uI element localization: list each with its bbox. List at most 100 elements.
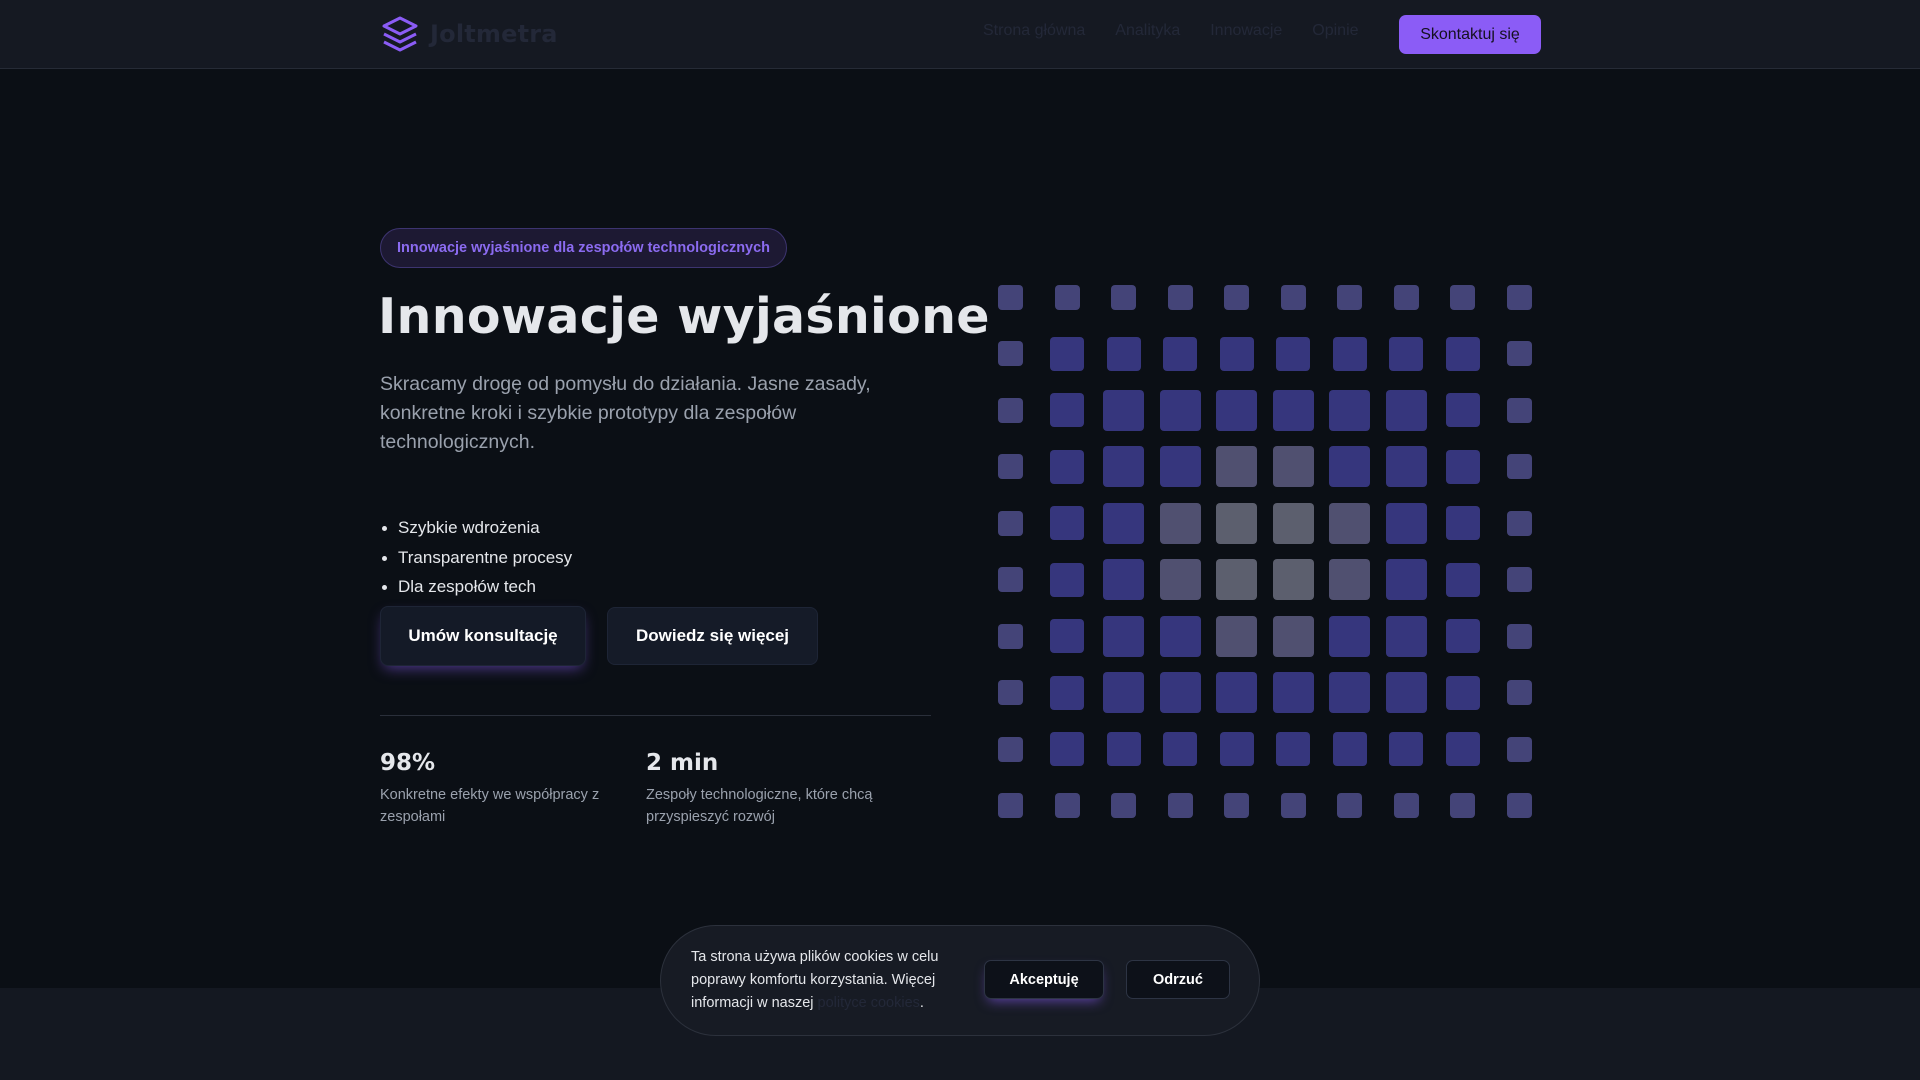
grid-tile [1111,284,1136,310]
feature-item: Dla zespołów tech [380,574,572,604]
grid-tile [1272,672,1314,713]
grid-tile [1385,559,1427,600]
cookie-policy-link[interactable]: polityce cookies [818,995,920,1011]
grid-tile [1506,736,1532,762]
grid-tile [1216,446,1257,487]
stat-value: 2 min [646,750,719,776]
grid-tile [998,510,1023,536]
grid-tile [998,284,1023,310]
stat-label: Zespoły technologiczne, które chcą przys… [646,787,873,825]
grid-tile [1445,562,1480,597]
accept-cookies-button[interactable]: Akceptuję [984,960,1104,999]
grid-tile [1159,389,1201,431]
grid-tile [1450,793,1475,818]
grid-tile [1163,732,1197,766]
stat-value: 98% [380,750,436,776]
nav-link-innovations[interactable]: Innowacje [1210,22,1282,40]
grid-tile [1272,615,1314,657]
grid-tile [1054,793,1080,818]
grid-tile [1103,502,1144,544]
grid-tile [1159,559,1201,600]
grid-tile [1385,502,1427,544]
nav-link-reviews[interactable]: Opinie [1312,22,1358,40]
grid-tile [1103,615,1144,657]
grid-tile [1111,793,1136,818]
brand-logo[interactable]: Joltmetra [380,14,558,54]
grid-tile [1216,615,1257,657]
cookie-banner: Ta strona używa plików cookies w celu po… [660,925,1260,1036]
grid-tile [998,454,1023,479]
grid-tile [1337,284,1362,310]
grid-tile [1272,389,1314,431]
grid-tile [1329,446,1370,487]
grid-tile [1216,559,1257,600]
reject-cookies-button[interactable]: Odrzuć [1126,960,1230,999]
grid-tile [1276,732,1310,766]
grid-tile [1159,672,1201,713]
grid-tile [1224,793,1249,818]
grid-tile [1103,446,1144,487]
grid-tile [1050,732,1084,766]
grid-tile [1506,793,1532,818]
main-nav: Strona główna Analityka Innowacje Opinie [983,22,1359,40]
grid-tile [1450,284,1475,310]
grid-tile [1385,615,1427,657]
grid-tile [998,680,1023,705]
grid-tile [1224,284,1249,310]
feature-item: Transparentne procesy [380,545,572,575]
grid-tile [1106,336,1141,371]
learn-more-button[interactable]: Dowiedz się więcej [607,607,818,665]
grid-tile [1216,389,1257,431]
grid-tile [1050,449,1084,484]
grid-tile [1272,502,1314,544]
grid-tile [1445,449,1480,484]
contact-button[interactable]: Skontaktuj się [1399,15,1541,54]
grid-tile [1050,506,1084,540]
grid-tile [1506,341,1532,366]
grid-tile [1272,446,1314,487]
grid-tile [1103,389,1144,431]
grid-tile [1219,336,1254,371]
grid-tile [1167,284,1193,310]
grid-tile [1385,446,1427,487]
nav-link-home[interactable]: Strona główna [983,22,1085,40]
grid-tile [1445,619,1480,653]
grid-tile [1329,502,1370,544]
stat-block: 98% Konkretne efekty we współpracy z zes… [380,750,610,828]
grid-tile [1506,454,1532,479]
grid-tile [1159,615,1201,657]
feature-list: Szybkie wdrożenia Transparentne procesy … [380,515,572,604]
grid-tile [1389,732,1423,766]
stacked-layers-icon [382,16,418,52]
grid-tile [998,793,1023,818]
grid-tile [1050,562,1084,597]
grid-tile [1167,793,1193,818]
cookie-message: Ta strona używa plików cookies w celu po… [691,946,976,1015]
grid-tile [1385,389,1427,431]
grid-tile [1103,559,1144,600]
grid-tile [1506,623,1532,649]
grid-tile [1280,284,1306,310]
grid-tile [1506,284,1532,310]
grid-tile [1337,793,1362,818]
grid-tile [1219,732,1254,766]
brand-name: Joltmetra [430,20,558,48]
grid-tile [1159,446,1201,487]
grid-tile [1332,732,1367,766]
grid-tile [998,397,1023,423]
grid-tile [1272,559,1314,600]
grid-tile [1385,672,1427,713]
grid-tile [1329,389,1370,431]
grid-tile [1506,680,1532,705]
grid-tile [1159,502,1201,544]
grid-tile [1332,336,1367,371]
grid-tile [998,341,1023,366]
hero-title: Innowacje wyjaśnione [378,288,990,345]
grid-tile [1103,672,1144,713]
grid-tile [1445,506,1480,540]
grid-tile [1445,393,1480,427]
book-consultation-button[interactable]: Umów konsultację [380,606,586,666]
grid-tile [1329,559,1370,600]
grid-tile [1393,284,1419,310]
nav-link-analytics[interactable]: Analityka [1115,22,1180,40]
